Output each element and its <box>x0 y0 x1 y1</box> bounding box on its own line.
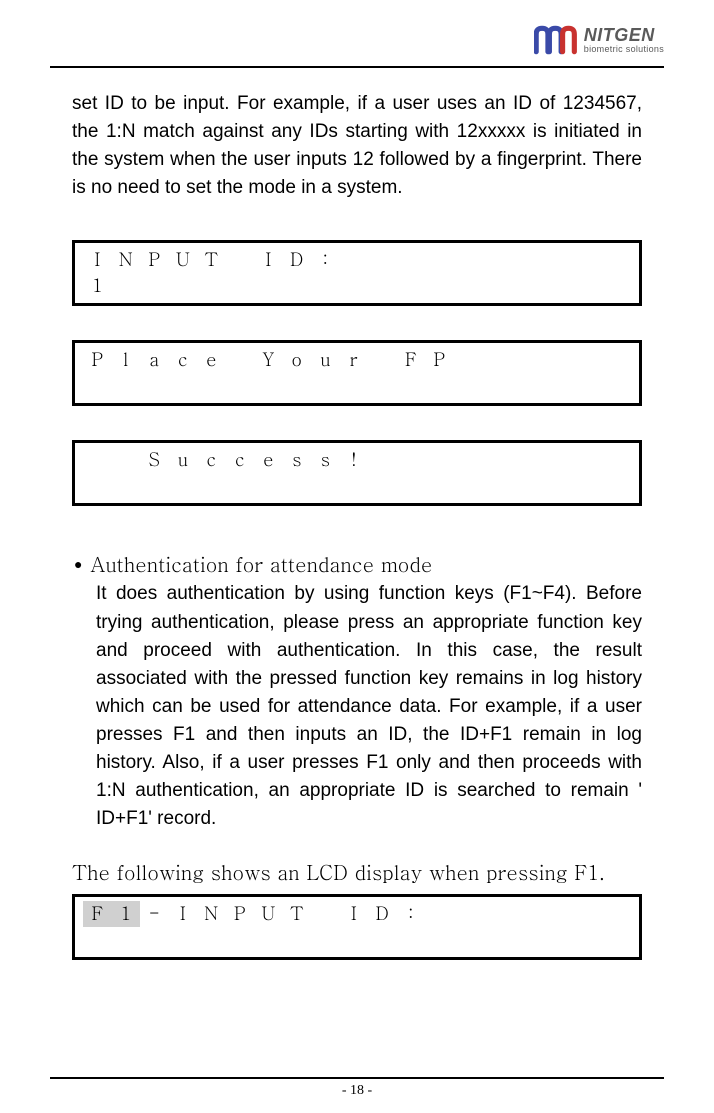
lcd-cell: ! <box>340 447 369 473</box>
lcd-cell: T <box>197 247 226 273</box>
lcd-cell: c <box>226 447 255 473</box>
lcd-row <box>83 373 631 399</box>
lcd-row <box>83 927 631 953</box>
lcd-success: Success! <box>72 440 642 506</box>
lcd-row: INPUTID: <box>83 247 631 273</box>
lcd-cell: D <box>368 901 397 927</box>
lcd-cell: s <box>283 447 312 473</box>
lcd-cell: : <box>397 901 426 927</box>
lcd-cell: : <box>311 247 340 273</box>
lcd-cell: e <box>197 347 226 373</box>
bullet-body: It does authentication by using function… <box>96 580 642 833</box>
brand-subtitle: biometric solutions <box>584 45 664 54</box>
lcd-row: Success! <box>83 447 631 473</box>
lcd-cell: P <box>140 247 169 273</box>
lcd-cell: P <box>226 901 255 927</box>
bullet-title: Authentication for attendance mode <box>90 550 432 578</box>
lcd-place-fp: PlaceYourFP <box>72 340 642 406</box>
lcd-cell: N <box>112 247 141 273</box>
lcd-cell: e <box>254 447 283 473</box>
page-number: - 18 - <box>50 1083 664 1099</box>
lcd-cell: Y <box>254 347 283 373</box>
lcd-cell: U <box>169 247 198 273</box>
lcd-input-id: INPUTID: 1 <box>72 240 642 306</box>
nitgen-logo-icon <box>534 25 578 55</box>
lcd-row: F1-INPUTID: <box>83 901 631 927</box>
lcd-row <box>83 473 631 499</box>
lcd-cell: I <box>83 247 112 273</box>
lcd-cell: D <box>283 247 312 273</box>
lcd-cell: c <box>197 447 226 473</box>
bullet-icon: ● <box>72 550 82 578</box>
header-rule <box>50 66 664 68</box>
brand-name: NITGEN <box>584 26 664 44</box>
lcd-cell: P <box>83 347 112 373</box>
page-header: NITGEN biometric solutions <box>50 20 664 66</box>
lcd-cell: I <box>254 247 283 273</box>
lcd-cell: 1 <box>83 273 112 299</box>
lcd-cell: s <box>311 447 340 473</box>
lcd-cell: r <box>340 347 369 373</box>
lcd-cell: I <box>340 901 369 927</box>
lcd-row: 1 <box>83 273 631 299</box>
lcd-cell: - <box>140 901 169 927</box>
brand-logo: NITGEN biometric solutions <box>534 25 664 55</box>
lcd-cell: u <box>169 447 198 473</box>
lcd-cell: I <box>169 901 198 927</box>
lcd-cell: T <box>283 901 312 927</box>
lcd-cell: F <box>397 347 426 373</box>
lcd-cell: P <box>425 347 454 373</box>
lcd-cell: u <box>311 347 340 373</box>
intro-paragraph: set ID to be input. For example, if a us… <box>72 90 642 202</box>
lcd-cell: N <box>197 901 226 927</box>
lcd-cell: l <box>112 347 141 373</box>
lcd-row: PlaceYourFP <box>83 347 631 373</box>
lcd-cell: 1 <box>112 901 141 927</box>
lcd-cell: o <box>283 347 312 373</box>
lcd-cell: S <box>140 447 169 473</box>
lcd4-caption: The following shows an LCD display when … <box>72 857 642 886</box>
lcd-cell: a <box>140 347 169 373</box>
footer-rule <box>50 1077 664 1079</box>
lcd-cell: F <box>83 901 112 927</box>
lcd-cell: c <box>169 347 198 373</box>
lcd-f1-input: F1-INPUTID: <box>72 894 642 960</box>
lcd-cell: U <box>254 901 283 927</box>
